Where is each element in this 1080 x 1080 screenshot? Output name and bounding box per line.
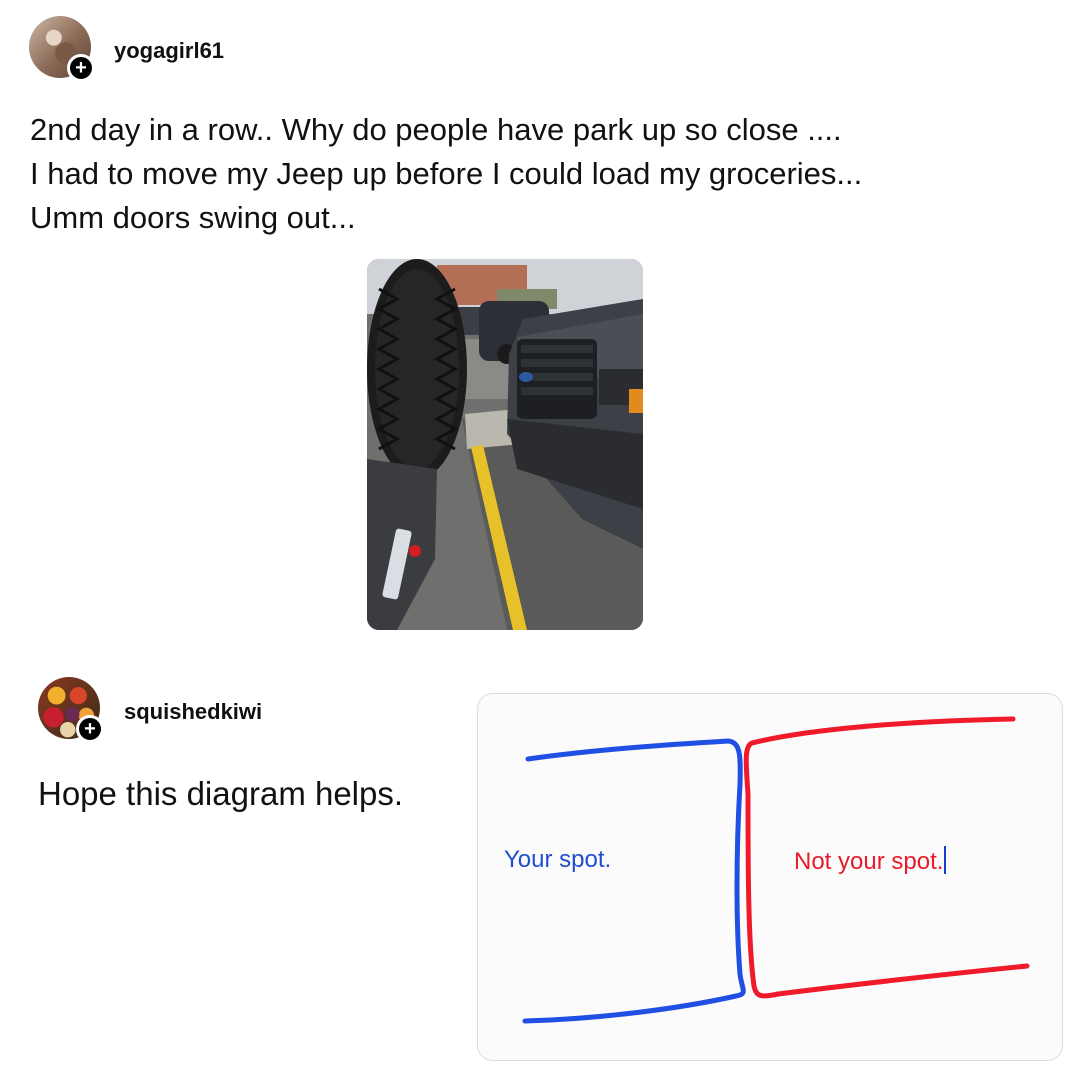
post-photo[interactable]: [367, 259, 643, 630]
avatar-squishedkiwi[interactable]: +: [38, 677, 104, 743]
diagram-image[interactable]: Your spot. Not your spot.: [477, 693, 1063, 1061]
avatar-yogagirl61[interactable]: +: [29, 16, 95, 82]
blue-spot-outline: [522, 738, 746, 1024]
post-text-line: I had to move my Jeep up before I could …: [30, 156, 863, 191]
not-your-spot-text: Not your spot.: [794, 848, 944, 875]
your-spot-label: Your spot.: [504, 846, 612, 873]
post-text-line: 2nd day in a row.. Why do people have pa…: [30, 112, 842, 147]
text-cursor: [944, 846, 947, 874]
reply-text: Hope this diagram helps.: [38, 775, 404, 812]
diagram-drawing: [522, 716, 1030, 1024]
plus-icon[interactable]: +: [76, 715, 104, 743]
reply-username[interactable]: squishedkiwi: [124, 699, 262, 725]
post-text: 2nd day in a row.. Why do people have pa…: [30, 108, 862, 240]
not-your-spot-label: Not your spot.: [794, 846, 947, 876]
post-text-line: Umm doors swing out...: [30, 200, 356, 235]
plus-icon[interactable]: +: [67, 54, 95, 82]
post-username[interactable]: yogagirl61: [114, 38, 224, 64]
parking-lot-photo: [367, 259, 643, 630]
